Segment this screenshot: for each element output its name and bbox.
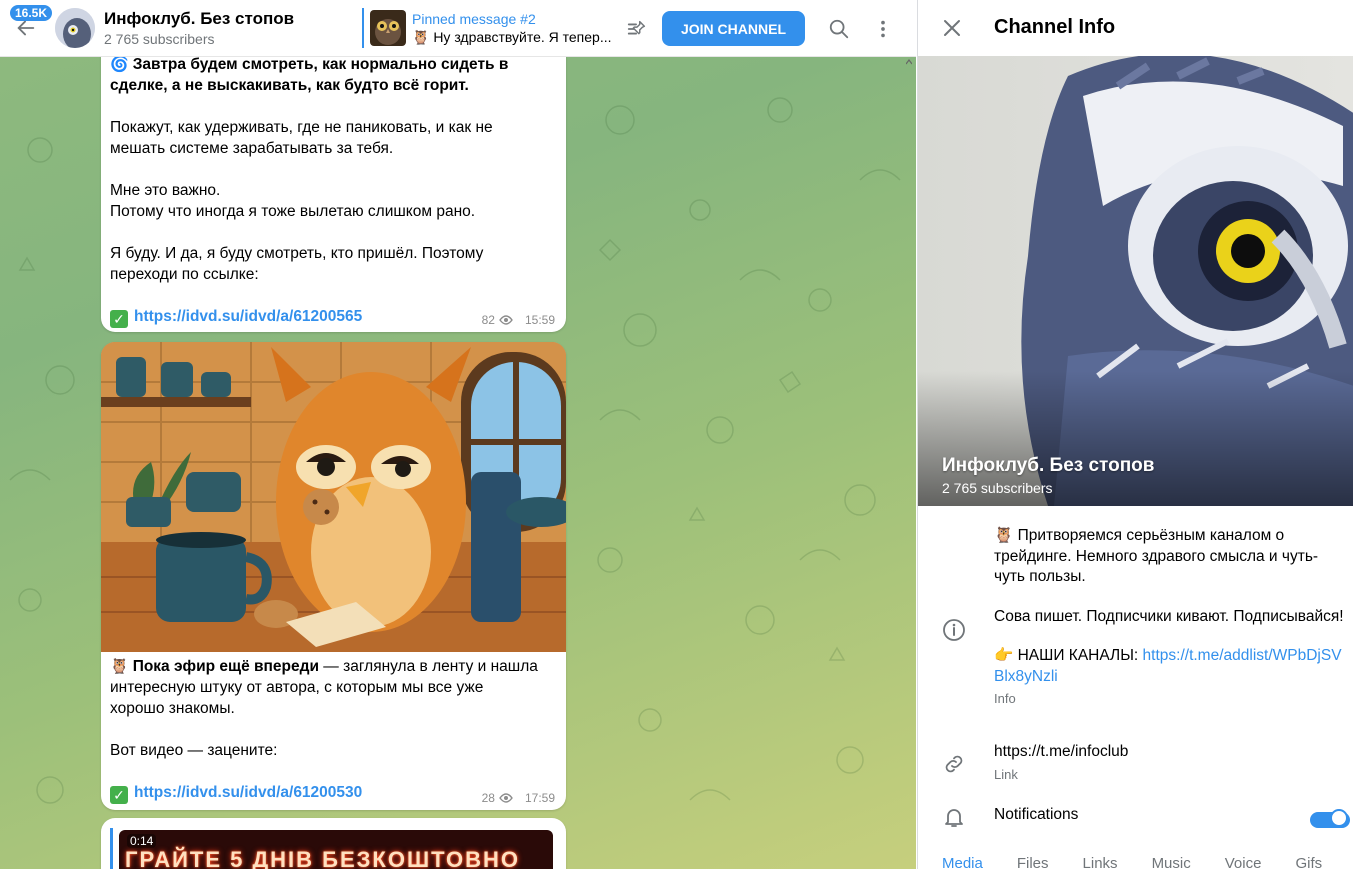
channel-avatar[interactable] [55, 8, 95, 48]
description-text: 🦉 Притворяемся серьёзным каналом о трейд… [994, 526, 1346, 710]
tab-gifs[interactable]: Gifs [1295, 855, 1322, 869]
check-mark-icon: ✓ [110, 786, 128, 804]
unread-badge: 16.5K [10, 5, 53, 21]
pinned-text: 🦉 Ну здравствуйте. Я тепер... [412, 28, 612, 45]
channel-cover-image[interactable] [918, 56, 1353, 506]
message-link[interactable]: https://idvd.su/idvd/a/61200530 [134, 784, 362, 801]
channel-title[interactable]: Инфоклуб. Без стопов [104, 9, 294, 29]
message-bubble[interactable]: 🌀 Завтра будем смотреть, как нормально си… [101, 40, 566, 332]
sparkle-emoji-icon: 🌀 [110, 56, 129, 73]
notifications-text: Notifications [994, 805, 1350, 828]
tab-music[interactable]: Music [1152, 855, 1191, 869]
close-icon [944, 20, 960, 36]
bell-icon [942, 805, 966, 829]
more-options-button[interactable] [866, 12, 900, 46]
cover-subscribers: 2 765 subscribers [942, 480, 1053, 496]
pinned-title: Pinned message #2 [412, 10, 536, 27]
tab-voice[interactable]: Voice [1225, 855, 1262, 869]
channel-info-panel: Channel Info Инфоклуб. Без стопов 2 765 … [917, 0, 1353, 869]
info-label: Info [994, 691, 1016, 706]
message-bubble[interactable]: 🦉 Пока эфир ещё впереди — заглянула в лен… [101, 342, 566, 810]
more-vertical-icon [881, 20, 885, 38]
pinned-list-button[interactable] [620, 12, 654, 46]
tab-links[interactable]: Links [1083, 855, 1118, 869]
media-tabs: Media Files Links Music Voice Gifs [918, 855, 1353, 869]
message-meta: 82 15:59 [482, 313, 555, 327]
about-line-1: 🦉 Притворяемся серьёзным каналом о трейд… [994, 527, 1319, 585]
tab-media[interactable]: Media [942, 855, 983, 869]
about-line-3: 👉 НАШИ КАНАЛЫ: https://t.me/addlist/WPbD… [994, 647, 1342, 685]
owl-illustration-image[interactable] [101, 342, 566, 652]
message-bubble[interactable]: 0:14 ГРАЙТЕ 5 ДНІВ БЕЗКОШТОВНО [101, 818, 566, 869]
video-banner-text: ГРАЙТЕ 5 ДНІВ БЕЗКОШТОВНО [125, 847, 520, 869]
eye-icon [499, 315, 513, 325]
search-icon [829, 19, 849, 39]
scroll-up-indicator[interactable] [906, 58, 912, 66]
view-count: 28 [481, 791, 495, 805]
info-title: Channel Info [994, 16, 1116, 38]
search-button[interactable] [822, 12, 856, 46]
notifications-toggle[interactable] [1310, 809, 1350, 828]
message-text: 🦉 Пока эфир ещё впереди — заглянула в лен… [110, 658, 538, 804]
owl-photo [918, 56, 1353, 506]
video-preview[interactable]: 0:14 ГРАЙТЕ 5 ДНІВ БЕЗКОШТОВНО [110, 828, 559, 869]
channel-subscribers: 2 765 subscribers [104, 31, 215, 47]
info-header: Channel Info [918, 0, 1353, 56]
pin-list-icon [627, 20, 646, 35]
link-label: Link [994, 766, 1018, 782]
chat-header: 16.5K Инфоклуб. Без стопов 2 765 subscri… [0, 0, 916, 57]
channel-link[interactable]: https://t.me/infoclub [994, 742, 1346, 763]
cover-channel-name: Инфоклуб. Без стопов [942, 455, 1155, 476]
link-icon [942, 752, 966, 776]
close-button[interactable] [936, 12, 968, 44]
owl-avatar-icon [55, 8, 95, 48]
owl-emoji-icon: 🦉 [110, 658, 129, 675]
message-meta: 28 17:59 [482, 791, 555, 805]
link-text: https://t.me/infoclub Link [994, 742, 1346, 785]
eye-icon [499, 793, 513, 803]
about-line-2: Сова пишет. Подписчики кивают. Подписыва… [994, 607, 1344, 625]
video-duration: 0:14 [127, 834, 157, 848]
message-text: 🌀 Завтра будем смотреть, как нормально си… [110, 56, 509, 328]
message-time: 17:59 [524, 791, 555, 805]
info-icon [942, 618, 966, 642]
join-channel-button[interactable]: JOIN CHANNEL [662, 11, 805, 46]
view-count: 82 [481, 313, 495, 327]
notifications-label: Notifications [994, 806, 1079, 823]
message-link[interactable]: https://idvd.su/idvd/a/61200565 [134, 308, 362, 325]
chat-area: 16.5K Инфоклуб. Без стопов 2 765 subscri… [0, 0, 916, 869]
pinned-message[interactable]: Pinned message #2 🦉 Ну здравствуйте. Я т… [362, 8, 620, 48]
check-mark-icon: ✓ [110, 310, 128, 328]
tab-files[interactable]: Files [1017, 855, 1049, 869]
pinned-thumbnail [370, 10, 406, 46]
message-time: 15:59 [524, 313, 555, 327]
